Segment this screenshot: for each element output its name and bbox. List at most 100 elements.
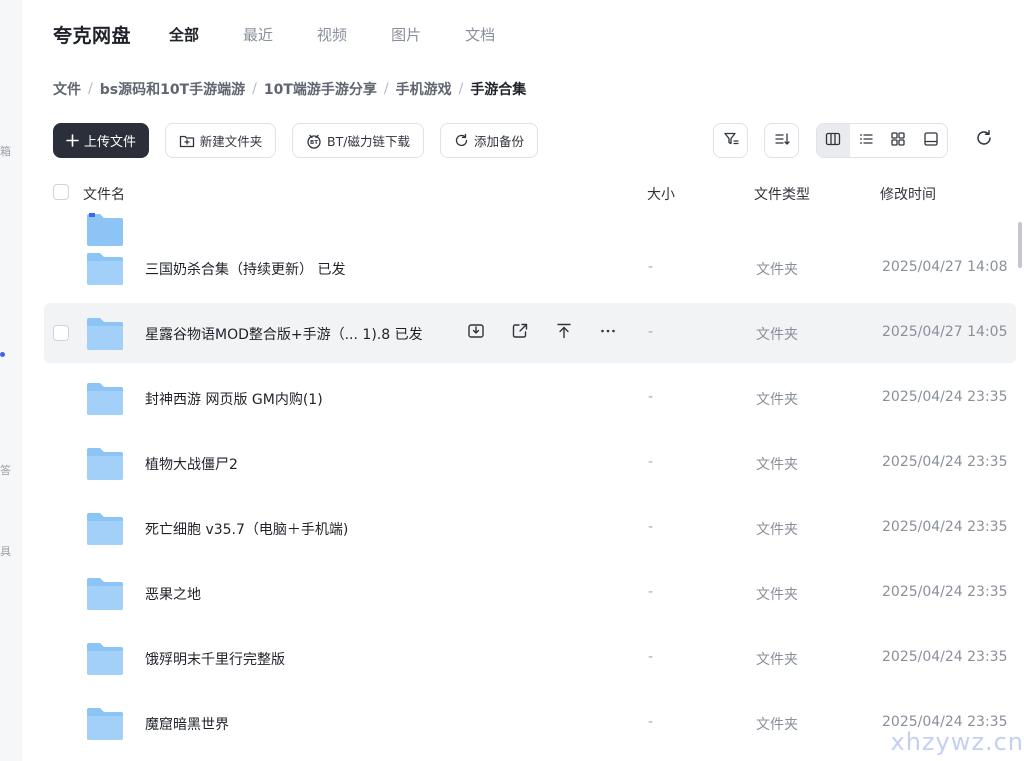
sidebar-active-dot [0,352,5,357]
toolbar: 上传文件 新建文件夹 BT BT/磁力链下载 添加备份 [53,123,1024,158]
more-icon [599,322,617,344]
bt-download-label: BT/磁力链下载 [327,134,410,149]
file-list: 三国奶杀合集（持续更新） 已发 - 文件夹 2025/04/27 14:08 星… [44,208,1016,761]
file-modified: 2025/04/24 23:35 [882,454,1008,470]
table-row[interactable]: 魔窟暗黑世界 - 文件夹 2025/04/24 23:35 [44,693,1016,753]
view-mode-switch [816,123,948,158]
sort-icon [774,131,790,151]
pin-top-button[interactable] [542,320,586,346]
breadcrumb-item[interactable]: 文件 [53,79,81,99]
pin-top-icon [555,322,573,344]
column-name-header[interactable]: 文件名 [83,184,125,204]
watermark: xhzywz.cn [890,728,1024,756]
sort-button[interactable] [764,123,799,158]
table-row[interactable]: 死亡细胞 v35.7（电脑＋手机端) - 文件夹 2025/04/24 23:3… [44,498,1016,558]
preview-icon [923,131,939,151]
upload-button[interactable]: 上传文件 [53,123,149,158]
bt-download-button[interactable]: BT BT/磁力链下载 [292,123,424,158]
file-modified: 2025/04/27 14:08 [882,259,1008,275]
file-size: - [648,454,654,470]
category-tabs: 全部 最近 视频 图片 文档 [169,24,539,45]
file-name[interactable]: 恶果之地 [145,584,201,604]
table-row[interactable]: 饿殍明末千里行完整版 - 文件夹 2025/04/24 23:35 [44,628,1016,688]
tab-recent[interactable]: 最近 [243,24,273,45]
columns-icon [825,131,841,151]
file-modified: 2025/04/24 23:35 [882,649,1008,665]
filter-button[interactable] [713,123,748,158]
view-preview-option[interactable] [915,124,948,157]
tab-image[interactable]: 图片 [391,24,421,45]
folder-icon [87,643,123,675]
file-name[interactable]: 植物大战僵尸2 [145,454,238,474]
grid-icon [890,131,906,151]
share-button[interactable] [498,320,542,346]
breadcrumb-separator: / [383,81,389,97]
file-size: - [648,714,654,730]
file-type: 文件夹 [756,587,798,603]
file-modified: 2025/04/27 14:05 [882,324,1008,340]
row-checkbox[interactable] [53,325,69,341]
file-size: - [648,324,654,340]
tab-video[interactable]: 视频 [317,24,347,45]
sidebar-fragment: 箱 [0,145,11,158]
share-icon [511,322,529,344]
folder-icon [87,253,123,285]
file-name[interactable]: 饿殍明末千里行完整版 [145,649,285,669]
column-size-header[interactable]: 大小 [647,184,675,204]
breadcrumb-item[interactable]: 10T端游手游分享 [264,79,377,99]
file-type: 文件夹 [756,522,798,538]
file-modified: 2025/04/24 23:35 [882,519,1008,535]
file-size: - [648,584,654,600]
more-button[interactable] [586,320,630,346]
folder-icon [87,708,123,740]
file-size: - [648,389,654,405]
breadcrumb-item[interactable]: bs源码和10T手游端游 [100,79,245,99]
column-type-header[interactable]: 文件类型 [754,184,810,204]
download-button[interactable] [454,320,498,346]
header: 夸克网盘 全部 最近 视频 图片 文档 [53,18,539,50]
view-column-option[interactable] [817,124,850,157]
new-folder-icon [179,134,195,148]
file-type: 文件夹 [756,262,798,278]
breadcrumb-item[interactable]: 手机游戏 [396,79,452,99]
breadcrumb: 文件 / bs源码和10T手游端游 / 10T端游手游分享 / 手机游戏 / 手… [53,79,526,99]
sidebar-edge: 箱 答 具 [0,0,22,761]
file-size: - [648,259,654,275]
tab-all[interactable]: 全部 [169,24,199,45]
view-list-option[interactable] [850,124,883,157]
breadcrumb-current: 手游合集 [470,82,527,98]
breadcrumb-separator: / [88,81,93,97]
file-name[interactable]: 魔窟暗黑世界 [145,714,229,734]
select-all-checkbox[interactable] [53,184,69,200]
new-folder-button[interactable]: 新建文件夹 [165,123,276,158]
file-type: 文件夹 [756,392,798,408]
refresh-button[interactable] [972,128,996,152]
filter-icon [723,131,739,151]
scrollbar-thumb[interactable] [1018,222,1022,268]
folder-icon [87,513,123,545]
sync-icon [454,133,469,148]
plus-icon [66,134,79,147]
table-row[interactable]: 恶果之地 - 文件夹 2025/04/24 23:35 [44,563,1016,623]
folder-icon [87,383,123,415]
file-table-header: 文件名 大小 文件类型 修改时间 [44,178,1016,208]
table-row-hovered[interactable]: 星露谷物语MOD整合版+手游（... 1).8 已发 - 文件夹 2025/04… [44,303,1016,363]
tab-document[interactable]: 文档 [465,24,495,45]
file-type: 文件夹 [756,717,798,733]
file-name[interactable]: 三国奶杀合集（持续更新） 已发 [145,259,345,279]
file-name[interactable]: 封神西游 网页版 GM内购(1) [145,389,323,409]
table-row[interactable]: 封神西游 网页版 GM内购(1) - 文件夹 2025/04/24 23:35 [44,368,1016,428]
file-type: 文件夹 [756,327,798,343]
sidebar-fragment: 具 [0,545,11,558]
add-backup-button[interactable]: 添加备份 [440,123,538,158]
file-name[interactable]: 死亡细胞 v35.7（电脑＋手机端) [145,519,348,539]
column-modified-header[interactable]: 修改时间 [880,184,936,204]
table-row[interactable]: 植物大战僵尸2 - 文件夹 2025/04/24 23:35 [44,433,1016,493]
table-row[interactable]: 三国奶杀合集（持续更新） 已发 - 文件夹 2025/04/27 14:08 [44,238,1016,298]
file-name[interactable]: 星露谷物语MOD整合版+手游（... 1).8 已发 [145,324,423,344]
add-backup-label: 添加备份 [473,134,524,149]
list-icon [858,131,874,151]
view-grid-option[interactable] [882,124,915,157]
breadcrumb-separator: / [458,81,464,97]
upload-label: 上传文件 [83,135,136,150]
